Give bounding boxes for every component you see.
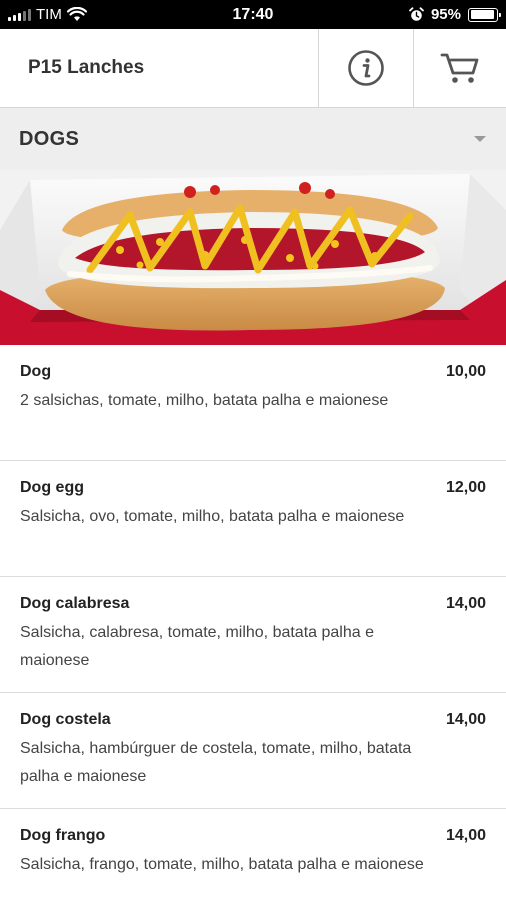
cart-icon (440, 53, 479, 83)
item-name: Dog frango (20, 827, 106, 844)
app-title: P15 Lanches (28, 57, 145, 78)
item-description: Salsicha, frango, tomate, milho, batata … (20, 856, 424, 873)
battery-icon (468, 7, 501, 22)
status-bar: TIM 17:40 95% (0, 0, 506, 29)
item-name: Dog calabresa (20, 595, 130, 612)
menu-item[interactable]: Dog calabresa 14,00 Salsicha, calabresa,… (0, 577, 506, 693)
menu-item[interactable]: Dog costela 14,00 Salsicha, hambúrguer d… (0, 693, 506, 809)
item-price: 10,00 (445, 363, 486, 380)
item-description: Salsicha, calabresa, tomate, milho, bata… (20, 624, 374, 669)
signal-strength-icon (8, 8, 31, 21)
menu-item[interactable]: Dog 10,00 2 salsichas, tomate, milho, ba… (0, 345, 506, 461)
item-description: 2 salsichas, tomate, milho, batata palha… (20, 392, 389, 409)
category-title: DOGS (19, 127, 80, 150)
item-name: Dog (20, 363, 52, 380)
category-banner-image (0, 170, 506, 345)
hot-dog-image (0, 170, 506, 345)
status-right: 95% (328, 6, 501, 23)
menu-item[interactable]: Dog frango 14,00 Salsicha, frango, tomat… (0, 809, 506, 900)
item-price: 14,00 (445, 827, 486, 844)
alarm-icon (409, 7, 424, 21)
status-left: TIM (8, 6, 178, 23)
info-icon (348, 50, 384, 86)
battery-level (470, 10, 495, 19)
item-price: 12,00 (445, 479, 486, 496)
carrier-label: TIM (36, 6, 62, 23)
menu-item[interactable]: Dog egg 12,00 Salsicha, ovo, tomate, mil… (0, 461, 506, 577)
battery-percent: 95% (430, 6, 461, 23)
menu-list: Dog 10,00 2 salsichas, tomate, milho, ba… (0, 345, 506, 900)
item-price: 14,00 (445, 595, 486, 612)
app-header: P15 Lanches (0, 29, 506, 108)
item-name: Dog costela (20, 711, 111, 728)
item-description: Salsicha, hambúrguer de costela, tomate,… (20, 740, 412, 785)
wifi-icon (66, 7, 87, 21)
clock: 17:40 (232, 5, 274, 23)
cart-button[interactable] (413, 29, 506, 107)
caret-down-icon (474, 136, 486, 142)
item-price: 14,00 (445, 711, 486, 728)
item-description: Salsicha, ovo, tomate, milho, batata pal… (20, 508, 405, 525)
category-selector[interactable]: DOGS (0, 108, 506, 170)
item-name: Dog egg (20, 479, 84, 496)
info-button[interactable] (318, 29, 413, 107)
